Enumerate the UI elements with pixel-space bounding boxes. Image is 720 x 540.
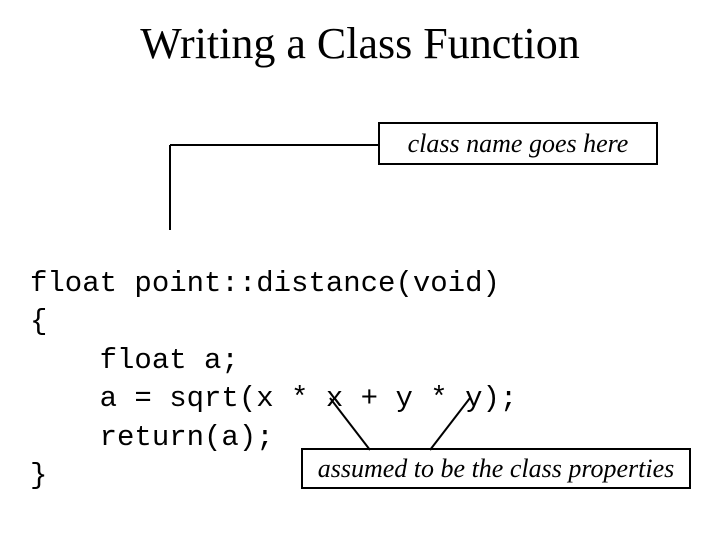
annotation-class-properties: assumed to be the class properties bbox=[301, 448, 691, 489]
slide-title: Writing a Class Function bbox=[0, 18, 720, 69]
code-line-2: { bbox=[30, 305, 47, 338]
code-line-1: float point::distance(void) bbox=[30, 267, 500, 300]
code-line-3: float a; bbox=[30, 344, 239, 377]
annotation-class-name: class name goes here bbox=[378, 122, 658, 165]
code-line-5: return(a); bbox=[30, 421, 274, 454]
slide-root: Writing a Class Function class name goes… bbox=[0, 0, 720, 540]
code-line-6: } bbox=[30, 459, 47, 492]
code-line-4: a = sqrt(x * x + y * y); bbox=[30, 382, 517, 415]
